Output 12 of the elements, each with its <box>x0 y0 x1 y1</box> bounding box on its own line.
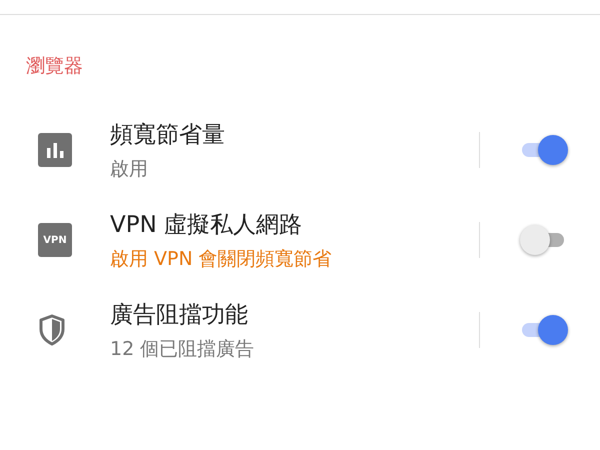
warning-text: 啟用 VPN 會關閉頻寬節省 <box>110 246 332 272</box>
setting-title: 廣告阻擋功能 <box>110 300 248 330</box>
setting-title: VPN 虛擬私人網路 <box>110 210 302 240</box>
vpn-icon: VPN <box>38 223 72 257</box>
setting-subtitle: 12 個已阻擋廣告 <box>110 336 254 362</box>
setting-title: 頻寬節省量 <box>110 120 225 150</box>
toggle-switch[interactable] <box>520 314 570 346</box>
section-header: 瀏覽器 <box>25 54 83 73</box>
toggle-switch[interactable] <box>520 134 570 166</box>
setting-subtitle: 啟用 <box>110 156 148 182</box>
bar-chart-icon <box>38 133 72 167</box>
shield-icon <box>38 314 66 346</box>
